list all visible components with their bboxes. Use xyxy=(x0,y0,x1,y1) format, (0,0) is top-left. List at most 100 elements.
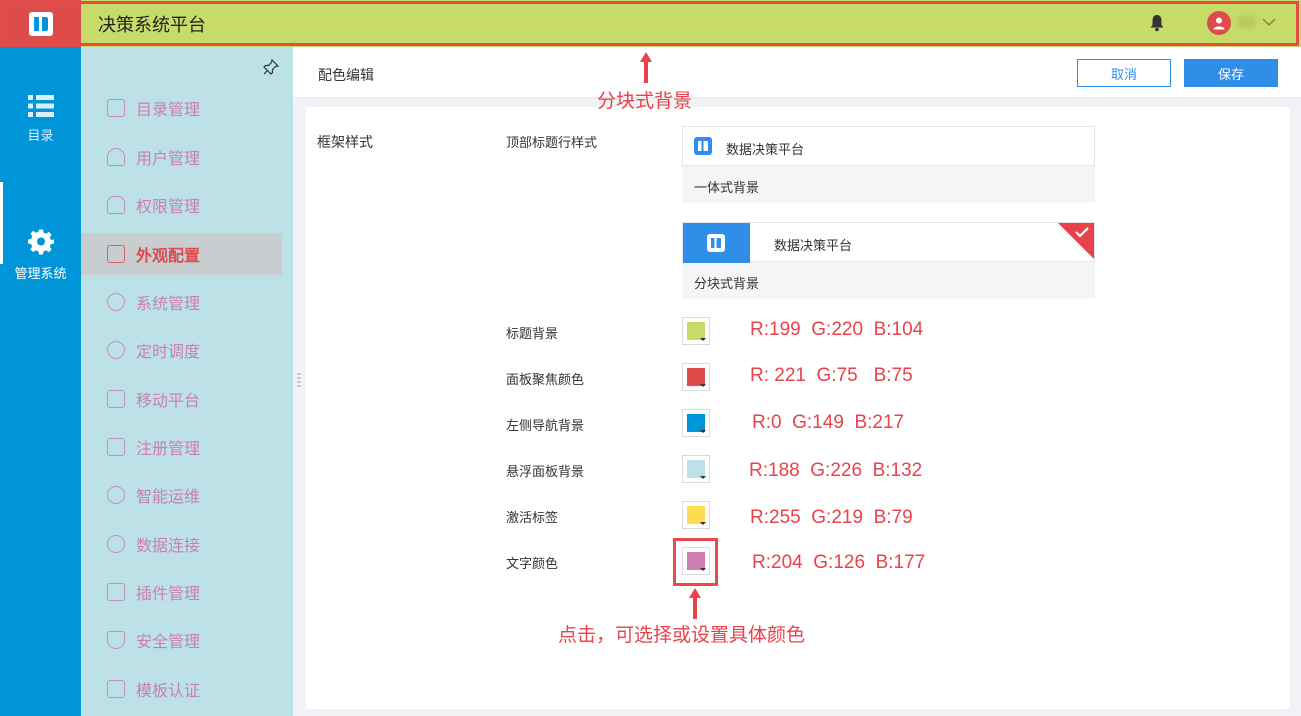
color-label-float-panel: 悬浮面板背景 xyxy=(506,465,585,480)
style-option-blocked[interactable]: 数据决策平台 分块式背景 xyxy=(682,222,1095,299)
sidebar-item-label: 安全管理 xyxy=(136,632,201,651)
gear-icon xyxy=(27,229,54,255)
color-picker-active-tab[interactable] xyxy=(682,501,710,529)
puzzle-icon xyxy=(107,583,125,601)
panel-resize-handle[interactable] xyxy=(297,372,301,388)
sidebar-item-label: 数据连接 xyxy=(136,536,201,555)
rgb-annotation: R:0 G:149 B:217 xyxy=(752,412,905,433)
dropdown-caret-icon xyxy=(700,430,706,433)
user-icon xyxy=(107,148,125,166)
color-label-active-tab: 激活标签 xyxy=(506,511,559,526)
sidebar-item-template-cert[interactable]: 模板认证 xyxy=(81,668,282,710)
list-icon xyxy=(27,95,54,117)
sidebar-item-mobile[interactable]: 移动平台 xyxy=(81,378,282,420)
selected-check-icon xyxy=(1058,223,1094,259)
annotation-arrow-up xyxy=(640,52,652,83)
stopwatch-icon xyxy=(107,341,125,359)
tablet-icon xyxy=(107,390,125,408)
sidebar-item-system[interactable]: 系统管理 xyxy=(81,281,282,323)
sidebar-item-label: 插件管理 xyxy=(136,584,201,603)
pin-icon[interactable] xyxy=(263,59,279,75)
nav-label-catalog: 目录 xyxy=(27,129,54,144)
register-icon xyxy=(107,438,125,456)
header-style-label: 顶部标题行样式 xyxy=(506,136,598,151)
sidebar-panel: 目录管理 用户管理 权限管理 外观配置 系统管理 定时调度 移动平台 注册管理 … xyxy=(81,47,293,716)
fine-logo-icon xyxy=(694,137,712,155)
bell-icon[interactable] xyxy=(1149,14,1165,32)
sidebar-item-data-connection[interactable]: 数据连接 xyxy=(81,523,282,565)
top-header: 决策系统平台 xyxy=(0,0,1301,47)
chevron-down-icon[interactable] xyxy=(1262,17,1276,27)
sidebar-item-appearance[interactable]: 外观配置 xyxy=(81,233,282,275)
user-name-blurred[interactable] xyxy=(1238,16,1256,28)
rgb-annotation: R:188 G:226 B:132 xyxy=(749,460,923,481)
sidebar-item-schedule[interactable]: 定时调度 xyxy=(81,329,282,371)
catalog-icon xyxy=(107,99,125,117)
dropdown-caret-icon xyxy=(700,338,706,341)
paperclip-icon xyxy=(107,535,125,553)
app-title: 决策系统平台 xyxy=(98,15,206,36)
annotation-swatch-note: 点击，可选择或设置具体颜色 xyxy=(558,624,806,646)
sidebar-item-label: 模板认证 xyxy=(136,681,201,700)
annotation-arrow-up xyxy=(689,588,701,619)
rgb-annotation: R:199 G:220 B:104 xyxy=(750,319,924,340)
color-label-focus: 面板聚焦颜色 xyxy=(506,373,585,388)
page-title: 配色编辑 xyxy=(318,68,374,84)
annotation-header-note: 分块式背景 xyxy=(597,90,693,112)
sidebar-item-label: 权限管理 xyxy=(136,197,201,216)
option-label: 分块式背景 xyxy=(694,277,760,292)
sidebar-item-label: 目录管理 xyxy=(136,100,201,119)
save-button[interactable]: 保存 xyxy=(1184,59,1278,87)
rgb-annotation: R:255 G:219 B:79 xyxy=(750,507,913,528)
color-picker-float-panel[interactable] xyxy=(682,455,710,483)
sidebar-item-label: 定时调度 xyxy=(136,342,201,361)
nav-item-admin[interactable]: 管理系统 xyxy=(0,229,81,311)
fine-logo-icon xyxy=(28,11,53,36)
dropdown-caret-icon xyxy=(700,476,706,479)
sidebar-item-label: 系统管理 xyxy=(136,294,201,313)
content-body: 框架样式 顶部标题行样式 数据决策平台 一体式背景 数据决策平台 分块式背景 标… xyxy=(306,107,1290,709)
dropdown-caret-icon xyxy=(700,522,706,525)
sidebar-item-label: 移动平台 xyxy=(136,391,201,410)
color-label-text: 文字颜色 xyxy=(506,557,559,572)
cancel-button[interactable]: 取消 xyxy=(1077,59,1171,87)
option-preview-title: 数据决策平台 xyxy=(774,239,853,254)
fine-logo-icon xyxy=(707,234,725,252)
sidebar-item-security[interactable]: 安全管理 xyxy=(81,619,282,661)
left-navigation: 目录 管理系统 xyxy=(0,47,81,716)
rgb-annotation: R:204 G:126 B:177 xyxy=(752,552,926,573)
color-label-title-bg: 标题背景 xyxy=(506,327,559,342)
sidebar-item-register[interactable]: 注册管理 xyxy=(81,426,282,468)
nav-item-catalog[interactable]: 目录 xyxy=(0,95,81,144)
swatch-highlight-frame xyxy=(673,538,718,586)
sidebar-item-ops[interactable]: 智能运维 xyxy=(81,474,282,516)
rgb-annotation: R: 221 G:75 B:75 xyxy=(750,365,913,386)
style-option-integrated[interactable]: 数据决策平台 一体式背景 xyxy=(682,126,1095,203)
gear-icon xyxy=(107,293,125,311)
template-icon xyxy=(107,680,125,698)
nav-label-admin: 管理系统 xyxy=(14,267,67,282)
option-label: 一体式背景 xyxy=(694,181,760,196)
sidebar-item-catalog[interactable]: 目录管理 xyxy=(81,87,282,129)
shield-icon xyxy=(107,631,125,649)
sidebar-item-label: 智能运维 xyxy=(136,487,201,506)
sidebar-item-permissions[interactable]: 权限管理 xyxy=(81,184,282,226)
user-avatar-icon[interactable] xyxy=(1207,11,1231,35)
option-preview-title: 数据决策平台 xyxy=(726,143,805,158)
sidebar-item-users[interactable]: 用户管理 xyxy=(81,136,282,178)
dropdown-caret-icon xyxy=(700,384,706,387)
color-label-left-nav: 左侧导航背景 xyxy=(506,419,585,434)
sidebar-item-label: 注册管理 xyxy=(136,439,201,458)
option-preview-bar: 数据决策平台 xyxy=(682,222,1095,263)
sidebar-item-label: 外观配置 xyxy=(136,246,201,265)
color-picker-title-bg[interactable] xyxy=(682,317,710,345)
lock-icon xyxy=(107,196,125,214)
logo[interactable] xyxy=(0,0,81,47)
sidebar-item-plugins[interactable]: 插件管理 xyxy=(81,571,282,613)
network-icon xyxy=(107,486,125,504)
color-picker-left-nav[interactable] xyxy=(682,409,710,437)
option-preview-bar: 数据决策平台 xyxy=(682,126,1095,166)
color-picker-focus[interactable] xyxy=(682,363,710,391)
section-label: 框架样式 xyxy=(317,135,373,151)
sidebar-item-label: 用户管理 xyxy=(136,149,201,168)
